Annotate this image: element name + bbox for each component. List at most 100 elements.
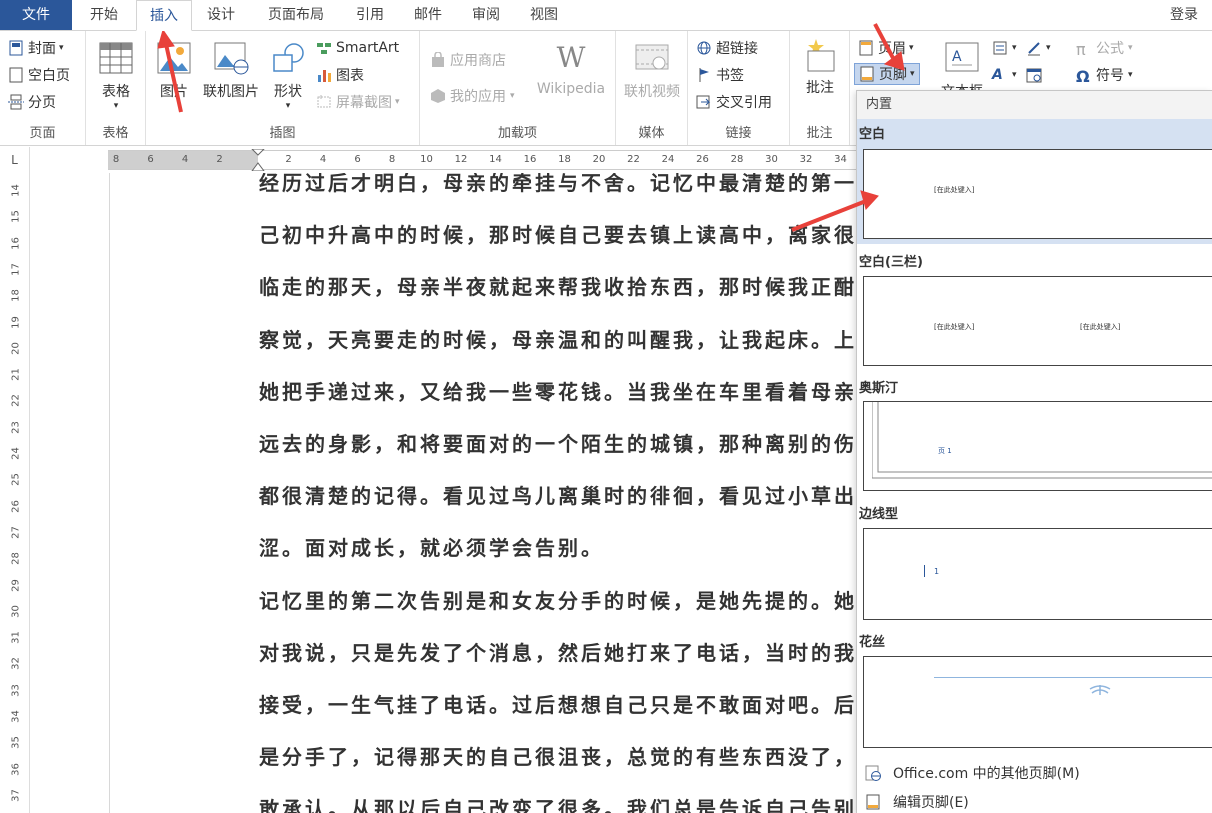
tab-insert[interactable]: 插入 [136,0,192,31]
store-icon [430,51,446,68]
online-video-button[interactable]: 联机视频 [618,41,686,101]
ruler-tick-label: 17 [10,263,22,276]
comment-icon [802,37,838,72]
bookmark-button[interactable]: 书签 [696,64,744,86]
vertical-ruler[interactable]: 14 15 16 17 18 19 20 21 22 23 24 25 26 27 28 29 30 31 32 33… [0,173,30,813]
tab-view[interactable]: 视图 [520,0,568,30]
footer-option-austin[interactable]: 页 1 [863,401,1212,491]
ruler-tick-label: 8 [388,154,396,165]
symbol-button[interactable]: Ω 符号 ▾ [1076,64,1133,86]
group-label-links: 链接 [725,126,752,141]
textbox-icon: A [944,41,980,75]
chart-button[interactable]: 图表 [316,64,364,86]
footer-button[interactable]: 页脚 ▾ [854,63,920,85]
ruler-tick-label: 10 [420,154,433,165]
footer-option-blank[interactable]: [在此处键入] [863,149,1212,239]
login-link[interactable]: 登录 [1170,0,1198,30]
chevron-down-icon: ▾ [910,69,915,79]
footer-option-blank-three-column[interactable]: [在此处键入] [在此处键入] [863,276,1212,366]
document-paragraph-line[interactable]: 她把手递过来，又给我一些零花钱。当我坐在车里看着母亲 [259,376,857,405]
chevron-down-icon: ▾ [510,91,515,101]
document-paragraph-line[interactable]: 敢承认。从那以后自己改变了很多。我们总是告诉自己告别才 [259,793,858,813]
ruler-tick-label: 31 [10,631,22,644]
online-picture-button[interactable]: 联机图片 [198,41,264,101]
document-paragraph-line[interactable]: 经历过后才明白，母亲的牵挂与不舍。记忆中最清楚的第一次告 [259,173,858,196]
wikipedia-button[interactable]: W Wikipedia [532,41,610,97]
equation-button[interactable]: π 公式 ▾ [1076,37,1133,59]
group-label-pages: 页面 [29,126,56,141]
group-illustrations: 图片 联机图片 形状 ▾ SmartArt 图表 屏幕截图 ▾ 插图 [146,31,420,145]
document-paragraph-line[interactable]: 涩。面对成长，就必须学会告别。 [259,532,604,561]
cross-reference-button[interactable]: 交叉引用 [696,91,772,113]
tab-file[interactable]: 文件 [0,0,72,30]
document-paragraph-line[interactable]: 记忆里的第二次告别是和女友分手的时候，是她先提的。她 [259,585,857,614]
tab-page-layout[interactable]: 页面布局 [256,0,336,30]
ribbon-tab-bar: 文件 开始 插入 设计 页面布局 引用 邮件 审阅 视图 登录 [0,0,1212,31]
ruler-tick-label: 4 [181,154,189,165]
blank-page-button[interactable]: 空白页 [8,64,70,86]
document-paragraph-line[interactable]: 是分手了，记得那天的自己很沮丧，总觉的有些东西没了， [259,741,857,770]
tab-selector[interactable]: L [0,147,30,173]
document-paragraph-line[interactable]: 察觉，天亮要走的时候，母亲温和的叫醒我，让我起床。上车 [259,324,858,353]
document-paragraph-line[interactable]: 都很清楚的记得。看见过鸟儿离巢时的徘徊，看见过小草出 [259,480,857,509]
my-apps-button[interactable]: 我的应用 ▾ [430,85,515,107]
ruler-tick-label: 15 [10,210,22,224]
document-paragraph-line[interactable]: 临走的那天，母亲半夜就起来帮我收拾东西，那时候我正酣 [259,271,857,300]
horizontal-ruler[interactable]: 8 6 4 2 2 4 6 8 10 12 14 16 18 20 22 24 26 28 30 32 34 [108,149,858,171]
omega-icon: Ω [1076,67,1090,86]
office-store-button[interactable]: 应用商店 [430,49,506,71]
smartart-icon [316,40,332,56]
group-media: 联机视频 媒体 [616,31,688,145]
tab-design[interactable]: 设计 [196,0,246,30]
ruler-tick-label: 18 [10,289,22,303]
quick-parts-button[interactable]: ▾ [992,37,1017,59]
page-edge [109,173,110,813]
tab-review[interactable]: 审阅 [462,0,510,30]
smartart-button[interactable]: SmartArt [316,37,399,59]
wordart-button[interactable]: A ▾ [992,64,1017,86]
group-pages: 封面 ▾ 空白页 分页 页面 [0,31,86,145]
screenshot-button[interactable]: 屏幕截图 ▾ [316,91,400,113]
ruler-tick-label: 16 [10,236,22,250]
shapes-button[interactable]: 形状 ▾ [266,41,310,111]
tab-mailings[interactable]: 邮件 [404,0,452,30]
sideline-bar [924,565,925,577]
indent-marker-icon[interactable] [251,149,265,171]
ruler-tick-label: 32 [799,154,813,165]
cover-page-button[interactable]: 封面 ▾ [8,37,64,59]
edit-footer-command[interactable]: 编辑页脚(E) [857,788,1212,813]
ruler-tick-label: 14 [10,184,22,197]
quick-parts-icon [992,40,1008,56]
document-paragraph-line[interactable]: 远去的身影，和将要面对的一个陌生的城镇，那种离别的伤 [259,428,857,457]
ruler-tick-label: 33 [10,683,22,697]
picture-icon [156,41,192,75]
chevron-down-icon: ▾ [1128,43,1133,53]
more-footers-from-office-com[interactable]: Office.com 中的其他页脚(M) [857,759,1212,787]
gallery-item-title: 边线型 [859,507,899,522]
ruler-tick-label: 30 [765,154,778,165]
document-paragraph-line[interactable]: 己初中升高中的时候，那时候自己要去镇上读高中，离家很 [259,219,857,248]
page-break-button[interactable]: 分页 [8,91,56,113]
signature-line-button[interactable]: ▾ [1026,37,1051,59]
ruler-tick-label: 23 [10,420,22,434]
footer-option-filigree[interactable] [863,656,1212,748]
ruler-tick-label: 25 [10,473,22,487]
tab-home[interactable]: 开始 [78,0,130,30]
austin-frame-icon [872,402,1212,479]
footer-option-sideline[interactable]: 1 [863,528,1212,620]
online-video-icon [634,41,670,75]
comment-button[interactable]: 批注 [796,37,844,97]
ruler-tick-label: 6 [354,154,361,165]
date-time-button[interactable] [1026,64,1046,86]
picture-button[interactable]: 图片 [152,41,196,101]
document-area[interactable]: 经历过后才明白，母亲的牵挂与不舍。记忆中最清楚的第一次告己初中升高中的时候，那时… [31,173,858,813]
document-paragraph-line[interactable]: 对我说，只是先发了个消息，然后她打来了电话，当时的我 [259,637,857,666]
ruler-tick-label: 28 [730,154,744,165]
hyperlink-button[interactable]: 超链接 [696,37,758,59]
table-button[interactable]: 表格 ▾ [96,41,136,111]
group-links: 超链接 书签 交叉引用 链接 [688,31,790,145]
header-button[interactable]: 页眉 ▾ [858,37,914,59]
document-paragraph-line[interactable]: 接受，一生气挂了电话。过后想想自己只是不敢面对吧。后 [259,689,857,718]
tab-references[interactable]: 引用 [346,0,394,30]
calendar-icon [1026,67,1042,83]
